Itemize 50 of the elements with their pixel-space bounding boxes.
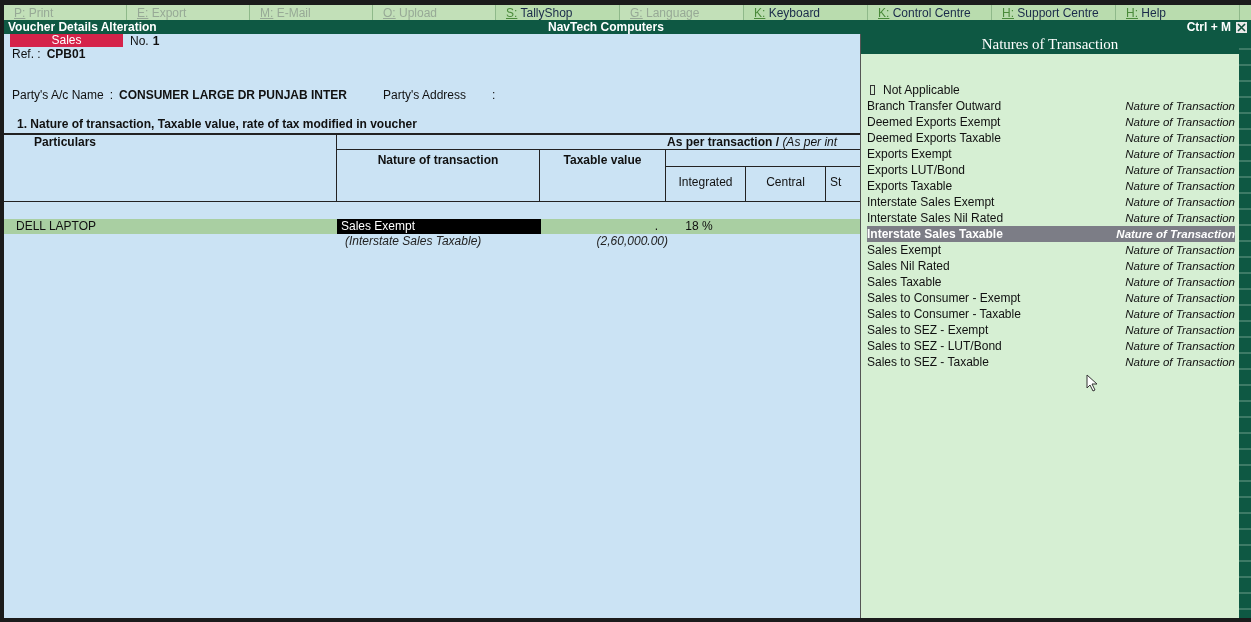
table-cell-text: . [653, 219, 658, 234]
list-item[interactable]: Deemed Exports Taxable Nature of Transaction [867, 130, 1235, 146]
table-cell-text: 18 % [684, 219, 714, 234]
party-name: CONSUMER LARGE DR PUNJAB INTER [119, 88, 347, 104]
panel-title: Natures of Transaction [861, 34, 1239, 54]
square-icon [870, 85, 875, 95]
column-group-header: As per transaction / (As per int [337, 135, 860, 150]
column-header: Integrated [666, 167, 746, 201]
column-header: St [829, 174, 843, 191]
list-item[interactable]: Interstate Sales Taxable Nature of Transaction [867, 226, 1235, 242]
list-item[interactable]: Branch Transfer Outward Nature of Transaction [867, 98, 1235, 114]
list-item[interactable]: Exports Exempt Nature of Transaction [867, 146, 1235, 162]
voucher-number: 1 [152, 33, 160, 48]
table-cell-text: DELL LAPTOP [15, 219, 98, 234]
column-header: Particulars [4, 135, 337, 201]
company-name: NavTech Computers [548, 20, 665, 34]
nature-field[interactable]: Sales Exempt [337, 219, 541, 234]
list-item[interactable]: Interstate Sales Exempt Nature of Transaction [867, 194, 1235, 210]
list-item[interactable]: Sales Nil Rated Nature of Transaction [867, 258, 1235, 274]
column-header: Nature of transaction [337, 150, 540, 201]
note-text: 1. Nature of transaction, Taxable value, rate of tax modified in voucher [16, 117, 418, 133]
list-item[interactable]: Sales to SEZ - Taxable Nature of Transaction [867, 354, 1235, 370]
list-item[interactable]: Sales Taxable Nature of Transaction [867, 274, 1235, 290]
column-header: Taxable value [540, 150, 666, 201]
separator-text: : [492, 88, 496, 104]
column-header: Central [746, 167, 826, 201]
voucher-type-label: Sales [10, 34, 123, 47]
address-label: Party's Address [383, 88, 466, 104]
shortcut-label: Ctrl + M [1186, 20, 1231, 34]
list-item[interactable]: Interstate Sales Nil Rated Nature of Transaction [867, 210, 1235, 226]
list-item[interactable]: Not Applicable [867, 82, 1235, 98]
table-row[interactable]: DELL LAPTOP Sales Exempt . 18 % [4, 219, 860, 234]
window-title: Voucher Details Alteration [8, 20, 158, 34]
list-item[interactable]: Sales to SEZ - LUT/Bond Nature of Transaction [867, 338, 1235, 354]
number-label: No. [130, 33, 149, 48]
list-item[interactable]: Sales to Consumer - Taxable Nature of Transaction [867, 306, 1235, 322]
list-item[interactable]: Exports LUT/Bond Nature of Transaction [867, 162, 1235, 178]
list-item[interactable]: Sales to Consumer - Exempt Nature of Transaction [867, 290, 1235, 306]
close-button[interactable] [1236, 21, 1247, 33]
table-cell-text: (2,60,000.00) [595, 234, 668, 248]
list-item[interactable]: Deemed Exports Exempt Nature of Transaction [867, 114, 1235, 130]
list-item[interactable]: Exports Taxable Nature of Transaction [867, 178, 1235, 194]
mouse-pointer-icon [1086, 374, 1098, 392]
ref-label: Ref. : [12, 47, 41, 61]
separator-text: : [109, 88, 113, 104]
list-item[interactable]: Sales Exempt Nature of Transaction [867, 242, 1235, 258]
party-label: Party's A/c Name [12, 88, 104, 104]
list-item[interactable]: Sales to SEZ - Exempt Nature of Transaction [867, 322, 1235, 338]
ref-value: CPB01 [46, 47, 86, 61]
table-cell-text: (Interstate Sales Taxable) [344, 234, 483, 248]
